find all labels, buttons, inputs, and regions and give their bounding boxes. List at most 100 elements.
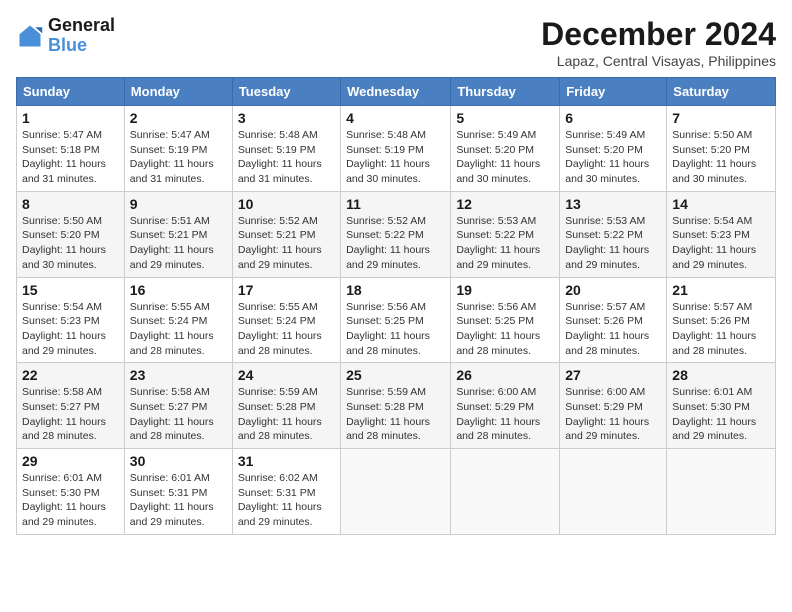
day-info: Sunrise: 5:53 AMSunset: 5:22 PMDaylight:… xyxy=(565,214,661,273)
month-title: December 2024 xyxy=(541,16,776,53)
day-number: 16 xyxy=(130,282,227,298)
calendar-cell: 3Sunrise: 5:48 AMSunset: 5:19 PMDaylight… xyxy=(232,106,340,192)
day-info: Sunrise: 5:57 AMSunset: 5:26 PMDaylight:… xyxy=(672,300,770,359)
weekday-monday: Monday xyxy=(124,78,232,106)
day-info: Sunrise: 5:58 AMSunset: 5:27 PMDaylight:… xyxy=(22,385,119,444)
calendar-cell xyxy=(667,449,776,535)
calendar-cell: 2Sunrise: 5:47 AMSunset: 5:19 PMDaylight… xyxy=(124,106,232,192)
day-number: 19 xyxy=(456,282,554,298)
calendar-cell: 5 Sunrise: 5:49 AMSunset: 5:20 PMDaylight… xyxy=(451,106,560,192)
calendar-cell: 14Sunrise: 5:54 AMSunset: 5:23 PMDayligh… xyxy=(667,191,776,277)
day-number: 25 xyxy=(346,367,445,383)
calendar-cell: 4 Sunrise: 5:48 AMSunset: 5:19 PMDaylight… xyxy=(341,106,451,192)
day-number: 10 xyxy=(238,196,335,212)
calendar-cell: 18 Sunrise: 5:56 AMSunset: 5:25 PMDayligh… xyxy=(341,277,451,363)
day-number: 9 xyxy=(130,196,227,212)
day-number: 6 xyxy=(565,110,661,126)
day-number: 30 xyxy=(130,453,227,469)
day-info: Sunrise: 5:52 AMSunset: 5:22 PMDaylight:… xyxy=(346,214,445,273)
calendar-week-3: 15 Sunrise: 5:54 AMSunset: 5:23 PMDayligh… xyxy=(17,277,776,363)
weekday-tuesday: Tuesday xyxy=(232,78,340,106)
day-number: 14 xyxy=(672,196,770,212)
day-number: 24 xyxy=(238,367,335,383)
weekday-wednesday: Wednesday xyxy=(341,78,451,106)
location-subtitle: Lapaz, Central Visayas, Philippines xyxy=(541,53,776,69)
day-info: Sunrise: 6:00 AMSunset: 5:29 PMDaylight:… xyxy=(565,385,661,444)
calendar-cell: 31 Sunrise: 6:02 AMSunset: 5:31 PMDayligh… xyxy=(232,449,340,535)
day-number: 29 xyxy=(22,453,119,469)
day-info: Sunrise: 5:48 AMSunset: 5:19 PMDaylight:… xyxy=(238,128,335,187)
day-number: 31 xyxy=(238,453,335,469)
day-info: Sunrise: 5:56 AMSunset: 5:25 PMDaylight:… xyxy=(346,300,445,359)
calendar-cell: 12Sunrise: 5:53 AMSunset: 5:22 PMDayligh… xyxy=(451,191,560,277)
calendar-cell: 9 Sunrise: 5:51 AMSunset: 5:21 PMDaylight… xyxy=(124,191,232,277)
calendar-cell: 22 Sunrise: 5:58 AMSunset: 5:27 PMDayligh… xyxy=(17,363,125,449)
calendar-cell: 30 Sunrise: 6:01 AMSunset: 5:31 PMDayligh… xyxy=(124,449,232,535)
weekday-saturday: Saturday xyxy=(667,78,776,106)
calendar-cell: 13 Sunrise: 5:53 AMSunset: 5:22 PMDayligh… xyxy=(560,191,667,277)
calendar-cell: 26 Sunrise: 6:00 AMSunset: 5:29 PMDayligh… xyxy=(451,363,560,449)
calendar-cell: 8Sunrise: 5:50 AMSunset: 5:20 PMDaylight… xyxy=(17,191,125,277)
day-number: 27 xyxy=(565,367,661,383)
day-info: Sunrise: 5:53 AMSunset: 5:22 PMDaylight:… xyxy=(456,214,554,273)
day-number: 28 xyxy=(672,367,770,383)
day-number: 13 xyxy=(565,196,661,212)
day-number: 4 xyxy=(346,110,445,126)
calendar-cell: 23Sunrise: 5:58 AMSunset: 5:27 PMDayligh… xyxy=(124,363,232,449)
calendar-cell: 25 Sunrise: 5:59 AMSunset: 5:28 PMDayligh… xyxy=(341,363,451,449)
calendar-cell xyxy=(341,449,451,535)
header: General Blue December 2024 Lapaz, Centra… xyxy=(16,16,776,69)
day-number: 11 xyxy=(346,196,445,212)
day-info: Sunrise: 6:02 AMSunset: 5:31 PMDaylight:… xyxy=(238,471,335,530)
logo-icon xyxy=(16,22,44,50)
day-number: 15 xyxy=(22,282,119,298)
day-info: Sunrise: 6:01 AMSunset: 5:31 PMDaylight:… xyxy=(130,471,227,530)
calendar-cell: 17 Sunrise: 5:55 AMSunset: 5:24 PMDayligh… xyxy=(232,277,340,363)
day-number: 20 xyxy=(565,282,661,298)
day-info: Sunrise: 5:59 AMSunset: 5:28 PMDaylight:… xyxy=(346,385,445,444)
calendar-cell: 10 Sunrise: 5:52 AMSunset: 5:21 PMDayligh… xyxy=(232,191,340,277)
day-info: Sunrise: 5:54 AMSunset: 5:23 PMDaylight:… xyxy=(22,300,119,359)
day-number: 23 xyxy=(130,367,227,383)
calendar-cell: 20 Sunrise: 5:57 AMSunset: 5:26 PMDayligh… xyxy=(560,277,667,363)
day-number: 5 xyxy=(456,110,554,126)
day-info: Sunrise: 6:01 AMSunset: 5:30 PMDaylight:… xyxy=(672,385,770,444)
calendar-week-1: 1 Sunrise: 5:47 AMSunset: 5:18 PMDaylight… xyxy=(17,106,776,192)
day-info: Sunrise: 6:00 AMSunset: 5:29 PMDaylight:… xyxy=(456,385,554,444)
day-info: Sunrise: 6:01 AMSunset: 5:30 PMDaylight:… xyxy=(22,471,119,530)
title-area: December 2024 Lapaz, Central Visayas, Ph… xyxy=(541,16,776,69)
day-info: Sunrise: 5:59 AMSunset: 5:28 PMDaylight:… xyxy=(238,385,335,444)
calendar-cell: 28 Sunrise: 6:01 AMSunset: 5:30 PMDayligh… xyxy=(667,363,776,449)
day-info: Sunrise: 5:52 AMSunset: 5:21 PMDaylight:… xyxy=(238,214,335,273)
calendar-cell: 21Sunrise: 5:57 AMSunset: 5:26 PMDayligh… xyxy=(667,277,776,363)
day-info: Sunrise: 5:57 AMSunset: 5:26 PMDaylight:… xyxy=(565,300,661,359)
day-number: 17 xyxy=(238,282,335,298)
day-info: Sunrise: 5:49 AMSunset: 5:20 PMDaylight:… xyxy=(565,128,661,187)
day-info: Sunrise: 5:48 AMSunset: 5:19 PMDaylight:… xyxy=(346,128,445,187)
logo: General Blue xyxy=(16,16,115,56)
calendar-cell xyxy=(560,449,667,535)
day-info: Sunrise: 5:55 AMSunset: 5:24 PMDaylight:… xyxy=(238,300,335,359)
day-info: Sunrise: 5:49 AMSunset: 5:20 PMDaylight:… xyxy=(456,128,554,187)
calendar-cell: 7 Sunrise: 5:50 AMSunset: 5:20 PMDaylight… xyxy=(667,106,776,192)
calendar-cell: 11 Sunrise: 5:52 AMSunset: 5:22 PMDayligh… xyxy=(341,191,451,277)
day-info: Sunrise: 5:50 AMSunset: 5:20 PMDaylight:… xyxy=(22,214,119,273)
day-number: 26 xyxy=(456,367,554,383)
day-info: Sunrise: 5:51 AMSunset: 5:21 PMDaylight:… xyxy=(130,214,227,273)
logo-text: General Blue xyxy=(48,16,115,56)
weekday-header: SundayMondayTuesdayWednesdayThursdayFrid… xyxy=(17,78,776,106)
weekday-thursday: Thursday xyxy=(451,78,560,106)
calendar-week-4: 22 Sunrise: 5:58 AMSunset: 5:27 PMDayligh… xyxy=(17,363,776,449)
calendar-cell: 24 Sunrise: 5:59 AMSunset: 5:28 PMDayligh… xyxy=(232,363,340,449)
calendar-week-2: 8Sunrise: 5:50 AMSunset: 5:20 PMDaylight… xyxy=(17,191,776,277)
calendar-cell: 1 Sunrise: 5:47 AMSunset: 5:18 PMDaylight… xyxy=(17,106,125,192)
day-number: 7 xyxy=(672,110,770,126)
day-info: Sunrise: 5:47 AMSunset: 5:19 PMDaylight:… xyxy=(130,128,227,187)
calendar-cell: 15 Sunrise: 5:54 AMSunset: 5:23 PMDayligh… xyxy=(17,277,125,363)
day-number: 1 xyxy=(22,110,119,126)
calendar-cell: 6 Sunrise: 5:49 AMSunset: 5:20 PMDaylight… xyxy=(560,106,667,192)
day-number: 22 xyxy=(22,367,119,383)
day-number: 18 xyxy=(346,282,445,298)
day-info: Sunrise: 5:47 AMSunset: 5:18 PMDaylight:… xyxy=(22,128,119,187)
day-info: Sunrise: 5:50 AMSunset: 5:20 PMDaylight:… xyxy=(672,128,770,187)
